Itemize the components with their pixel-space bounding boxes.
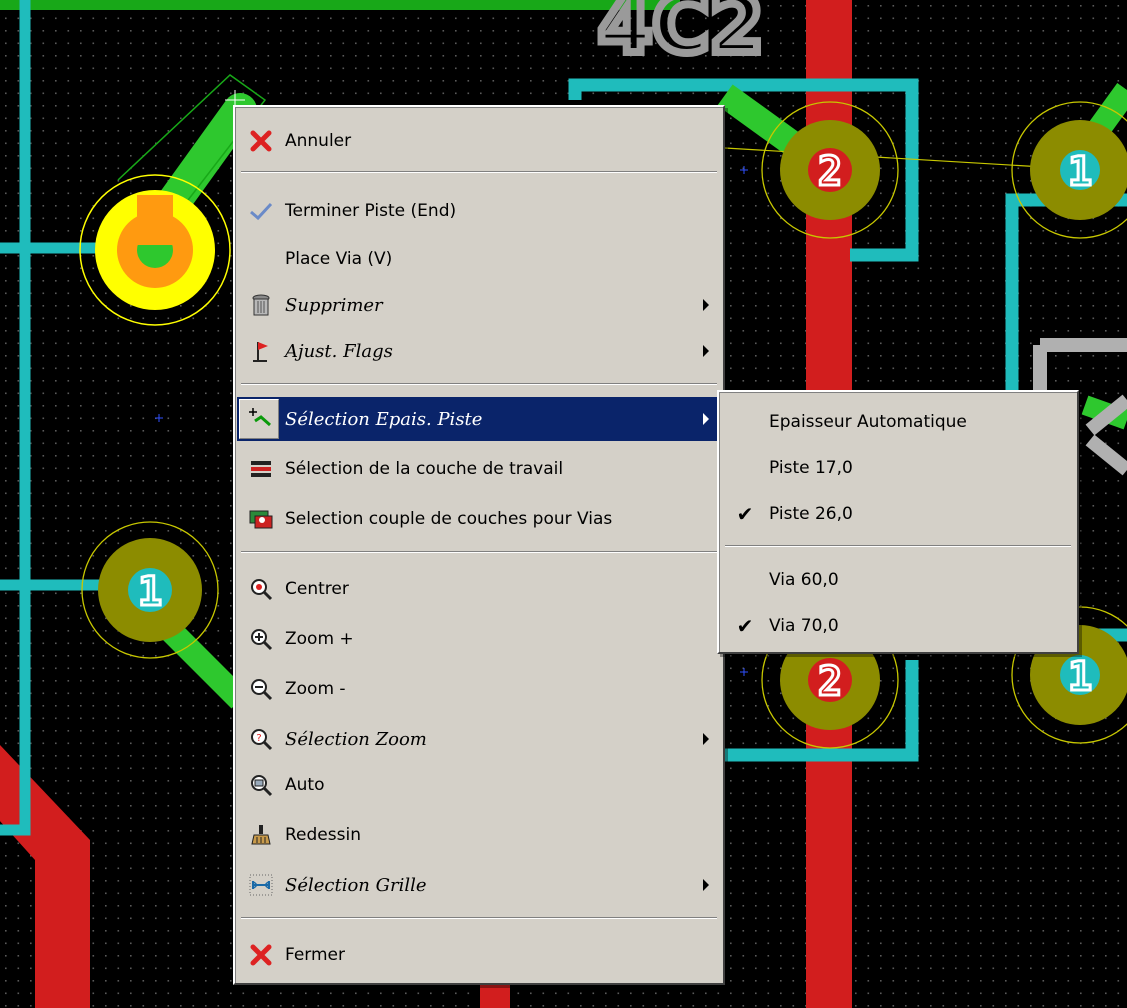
menu-item-zoom-minus[interactable]: Zoom - [237,667,721,711]
menu-item-label: Ajust. Flags [285,340,393,362]
context-menu: Annuler Terminer Piste (End) Place Via (… [233,105,725,985]
submenu-item-label: Epaisseur Automatique [769,412,967,432]
menu-item-selection-grille[interactable]: Sélection Grille [237,863,721,907]
submenu-item-epaisseur-auto[interactable]: Epaisseur Automatique [721,400,1075,444]
red-x-icon [237,119,285,163]
red-x-icon [237,933,285,977]
zoom-in-icon [237,617,285,661]
track-width-submenu: Epaisseur Automatique Piste 17,0 ✔ Piste… [717,390,1079,654]
checkmark-icon: ✔ [736,502,754,526]
redraw-brush-icon [237,813,285,857]
grid-select-icon [237,863,285,907]
submenu-item-piste-26[interactable]: ✔ Piste 26,0 [721,492,1075,536]
submenu-item-via-70[interactable]: ✔ Via 70,0 [721,604,1075,648]
pad-label: 2 [818,149,842,195]
menu-item-label: Sélection Zoom [285,728,427,750]
flag-icon [237,329,285,373]
zoom-select-icon: ? [237,717,285,761]
menu-item-label: Zoom + [285,629,354,649]
checkmark-icon [237,189,285,233]
checkmark-icon: ✔ [736,614,754,638]
pad-label: 1 [1068,149,1092,195]
menu-item-selection-zoom[interactable]: ? Sélection Zoom [237,717,721,761]
menu-item-label: Auto [285,775,325,795]
submenu-item-label: Via 70,0 [769,616,839,636]
menu-item-label: Zoom - [285,679,346,699]
menu-item-annuler[interactable]: Annuler [237,119,721,163]
menu-separator [241,383,717,385]
menu-item-label: Centrer [285,579,349,599]
submenu-item-label: Piste 17,0 [769,458,853,478]
green-track-top [0,0,680,10]
submenu-item-label: Piste 26,0 [769,504,853,524]
submenu-arrow-icon [703,879,709,891]
menu-item-redessin[interactable]: Redessin [237,813,721,857]
menu-item-label: Supprimer [285,294,383,316]
submenu-arrow-icon [703,413,709,425]
trash-can-icon [237,283,285,327]
menu-separator [241,171,717,173]
submenu-item-piste-17[interactable]: Piste 17,0 [721,446,1075,490]
layers-icon [237,447,285,491]
track-width-icon [239,399,279,439]
menu-separator [241,917,717,919]
menu-item-terminer-piste[interactable]: Terminer Piste (End) [237,189,721,233]
menu-item-ajust-flags[interactable]: Ajust. Flags [237,329,721,373]
submenu-arrow-icon [703,345,709,357]
zoom-out-icon [237,667,285,711]
menu-item-label: Sélection Epais. Piste [285,408,483,430]
via-layer-pair-icon [237,497,285,541]
menu-item-selection-epais-piste[interactable]: Sélection Epais. Piste [237,397,721,441]
menu-item-fermer[interactable]: Fermer [237,933,721,977]
menu-item-label: Redessin [285,825,361,845]
menu-item-label: Sélection de la couche de travail [285,459,564,479]
menu-item-label: Sélection Grille [285,874,427,896]
pad-label: 2 [818,659,842,705]
pad-label: 1 [1068,654,1092,700]
menu-separator [241,551,717,553]
svg-text:?: ? [256,733,261,744]
menu-item-selection-couche-travail[interactable]: Sélection de la couche de travail [237,447,721,491]
menu-item-selection-couple-couches-vias[interactable]: Selection couple de couches pour Vias [237,497,721,541]
menu-item-label: Fermer [285,945,346,965]
zoom-center-icon [237,567,285,611]
menu-item-label: Place Via (V) [285,249,393,269]
menu-item-place-via[interactable]: Place Via (V) [237,237,721,281]
menu-item-label: Annuler [285,131,352,151]
submenu-item-via-60[interactable]: Via 60,0 [721,558,1075,602]
submenu-arrow-icon [703,299,709,311]
zoom-auto-icon [237,763,285,807]
menu-item-zoom-plus[interactable]: Zoom + [237,617,721,661]
silkscreen-ref: 4C2 [598,0,764,71]
menu-item-label: Terminer Piste (End) [285,201,457,221]
pad-label: 1 [138,569,162,615]
submenu-arrow-icon [703,733,709,745]
menu-separator [725,545,1071,547]
menu-item-label: Selection couple de couches pour Vias [285,509,613,529]
menu-item-supprimer[interactable]: Supprimer [237,283,721,327]
menu-item-zoom-auto[interactable]: Auto [237,763,721,807]
submenu-item-label: Via 60,0 [769,570,839,590]
menu-item-centrer[interactable]: Centrer [237,567,721,611]
